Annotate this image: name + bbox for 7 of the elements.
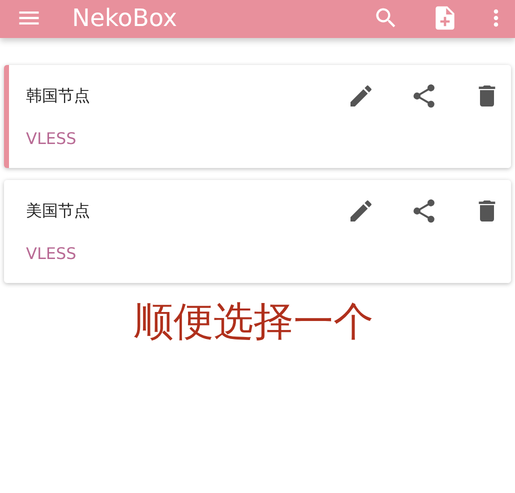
protocol-label: VLESS: [26, 129, 76, 148]
protocol-label: VLESS: [26, 244, 76, 263]
app-title: NekoBox: [72, 4, 178, 32]
profile-card[interactable]: 韩国节点 VLESS: [4, 65, 511, 168]
annotation-text: 顺便选择一个: [134, 298, 374, 347]
profile-name: 美国节点: [26, 200, 91, 222]
profile-name: 韩国节点: [26, 86, 91, 106]
